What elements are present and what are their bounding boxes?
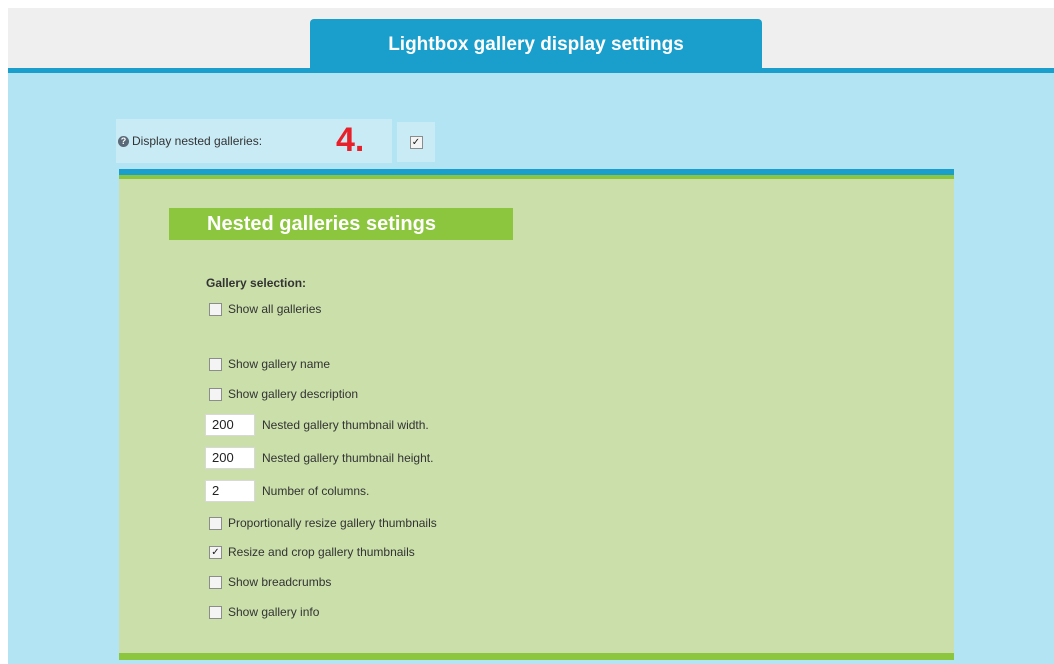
show-breadcrumbs-checkbox[interactable] xyxy=(209,575,222,589)
thumbnail-width-label: Nested gallery thumbnail width. xyxy=(262,418,429,432)
show-gallery-info-option[interactable]: Show gallery info xyxy=(209,605,319,619)
columns-input[interactable]: 2 xyxy=(205,480,255,502)
resize-crop-option[interactable]: Resize and crop gallery thumbnails xyxy=(209,545,415,559)
show-all-galleries-label: Show all galleries xyxy=(228,302,322,316)
thumbnail-width-input[interactable]: 200 xyxy=(205,414,255,436)
show-all-galleries-option[interactable]: Show all galleries xyxy=(209,302,321,316)
thumbnail-width-row: 200 Nested gallery thumbnail width. xyxy=(205,414,429,436)
show-gallery-description-checkbox[interactable] xyxy=(209,387,222,401)
proportional-resize-option[interactable]: Proportionally resize gallery thumbnails xyxy=(209,516,437,530)
columns-label: Number of columns. xyxy=(262,484,370,498)
columns-row: 2 Number of columns. xyxy=(205,480,369,502)
show-gallery-name-checkbox[interactable] xyxy=(209,357,222,371)
show-breadcrumbs-label: Show breadcrumbs xyxy=(228,575,332,589)
thumbnail-height-label: Nested gallery thumbnail height. xyxy=(262,451,434,465)
show-gallery-name-label: Show gallery name xyxy=(228,357,331,371)
step-annotation: 4. xyxy=(336,121,365,159)
proportional-resize-label: Proportionally resize gallery thumbnails xyxy=(228,516,437,530)
gallery-selection-label: Gallery selection: xyxy=(206,276,307,290)
thumbnail-height-row: 200 Nested gallery thumbnail height. xyxy=(205,447,433,469)
section-title: Nested galleries setings xyxy=(169,208,513,240)
display-nested-galleries-label: Display nested galleries: xyxy=(132,134,263,148)
show-gallery-description-label: Show gallery description xyxy=(228,387,359,401)
show-gallery-info-checkbox[interactable] xyxy=(209,605,222,619)
question-circle-icon[interactable]: ? xyxy=(118,135,129,147)
display-nested-galleries-checkbox[interactable] xyxy=(409,135,423,149)
proportional-resize-checkbox[interactable] xyxy=(209,516,222,530)
tab-lightbox-gallery-display-settings[interactable]: Lightbox gallery display settings xyxy=(310,19,762,71)
show-breadcrumbs-option[interactable]: Show breadcrumbs xyxy=(209,575,331,589)
show-gallery-info-label: Show gallery info xyxy=(228,605,320,619)
thumbnail-height-input[interactable]: 200 xyxy=(205,447,255,469)
show-gallery-name-option[interactable]: Show gallery name xyxy=(209,357,330,371)
resize-crop-label: Resize and crop gallery thumbnails xyxy=(228,545,415,559)
show-all-galleries-checkbox[interactable] xyxy=(209,302,222,316)
resize-crop-checkbox[interactable] xyxy=(209,545,222,559)
display-nested-galleries-checkbox-wrap xyxy=(397,122,435,162)
show-gallery-description-option[interactable]: Show gallery description xyxy=(209,387,358,401)
tab-title: Lightbox gallery display settings xyxy=(388,34,684,55)
nested-section-bottom-border xyxy=(119,653,954,660)
